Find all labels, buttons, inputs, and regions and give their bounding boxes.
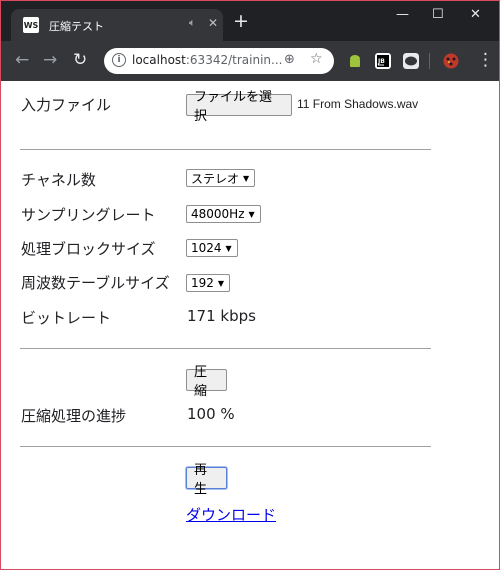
minimize-button[interactable]: — [396,7,409,22]
progress-label: 圧縮処理の進捗 [21,407,127,425]
forward-arrow-icon[interactable]: → [43,50,57,70]
channels-label: チャネル数 [21,171,96,189]
speaker-icon[interactable]: 🔈︎ [189,16,196,30]
close-window-button[interactable]: ✕ [470,7,481,22]
download-link[interactable]: ダウンロード [186,504,276,525]
freq-table-size-selected-value: 192 [191,276,214,290]
jb-icon[interactable]: JB [375,53,391,69]
sample-rate-select[interactable]: 48000Hz ▼ [186,205,261,223]
browser-window: WS 圧縮テスト 🔈︎ ✕ + — ☐ ✕ ← → ↻ i localhost:… [0,0,500,570]
divider-1 [20,149,431,150]
toolbar-divider [429,53,430,69]
dropdown-caret-icon: ▼ [217,278,225,288]
compress-button[interactable]: 圧縮 [186,365,227,399]
tab-close-icon[interactable]: ✕ [208,16,218,30]
new-tab-button[interactable]: + [233,12,249,31]
block-size-label: 処理ブロックサイズ [21,240,156,258]
sample-rate-label: サンプリングレート [21,206,156,224]
url-text[interactable]: localhost:63342/trainin... [132,53,282,67]
bitrate-label: ビットレート [21,309,112,327]
channels-select[interactable]: ステレオ ▼ [186,169,256,187]
selected-file-name: 11 From Shadows.wav [297,97,419,111]
sample-rate-selected-value: 48000Hz [191,207,245,221]
divider-3 [20,446,431,447]
zoom-icon[interactable]: ⊕ [284,52,295,67]
android-icon[interactable] [347,53,363,69]
svg-text:JB: JB [377,58,385,65]
reload-icon[interactable]: ↻ [73,50,87,70]
bitrate-value: 171 kbps [187,307,256,325]
input-file-label: 入力ファイル [21,96,112,114]
block-size-select[interactable]: 1024 ▼ [186,239,238,257]
progress-value: 100 % [187,405,235,423]
address-bar[interactable]: i localhost:63342/trainin... ⊕ ☆ [104,48,334,74]
maximize-button[interactable]: ☐ [432,7,444,22]
info-icon[interactable]: i [112,53,126,67]
freq-table-size-label: 周波数テーブルサイズ [21,274,170,292]
dropdown-caret-icon: ▼ [225,243,232,253]
tab-title: 圧縮テスト [49,20,104,33]
bookmark-star-icon[interactable]: ☆ [310,51,323,67]
block-size-selected-value: 1024 [191,241,222,255]
back-arrow-icon[interactable]: ← [15,50,29,70]
choose-file-button[interactable]: ファイルを選択 [186,90,292,124]
title-bar: WS 圧縮テスト 🔈︎ ✕ + — ☐ ✕ [1,1,499,41]
tab-active[interactable]: WS 圧縮テスト 🔈︎ ✕ [11,9,223,41]
line-icon[interactable] [403,53,419,69]
webstorm-favicon-icon: WS [23,17,39,33]
freq-table-size-select[interactable]: 192 ▼ [186,274,231,292]
browser-toolbar: ← → ↻ i localhost:63342/trainin... ⊕ ☆ J… [1,41,499,81]
play-button[interactable]: 再生 [186,463,227,497]
channels-selected-value: ステレオ [191,171,240,186]
menu-kebab-icon[interactable]: ⋮ [477,50,494,70]
ladybug-icon[interactable] [443,53,459,69]
divider-2 [20,348,431,349]
dropdown-caret-icon: ▼ [243,173,250,183]
dropdown-caret-icon: ▼ [248,209,255,219]
